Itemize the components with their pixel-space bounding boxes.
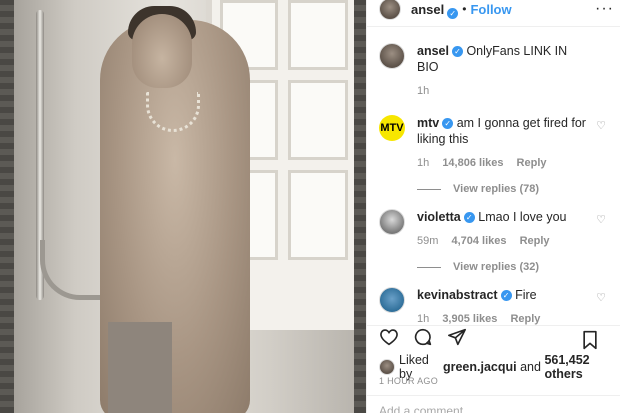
comment-item: MTV mtv ✓ am I gonna get fired for liking… (379, 115, 608, 169)
photo-left-edge (0, 0, 14, 413)
comment-text: Lmao I love you (478, 210, 567, 224)
caption-time: 1h (417, 85, 430, 97)
action-bar (367, 325, 620, 353)
view-replies-button[interactable]: View replies (78) (417, 183, 608, 195)
comment-likes[interactable]: 3,905 likes (442, 313, 497, 325)
comment-likes[interactable]: 4,704 likes (451, 235, 506, 247)
window-pane (288, 0, 348, 70)
more-dots-icon[interactable]: ··· (595, 0, 614, 18)
post-header: ansel ✓ • Follow ··· (367, 0, 620, 27)
post-photo[interactable] (0, 0, 366, 413)
verified-badge-icon: ✓ (451, 46, 463, 57)
person-head (132, 14, 192, 88)
replies-line (417, 266, 441, 268)
comment-item: violetta ✓ Lmao I love you 59m 4,704 like… (379, 209, 608, 247)
comment-heart-icon[interactable]: ♡ (596, 291, 606, 304)
caption-username[interactable]: ansel (417, 44, 449, 58)
comment-time: 1h (417, 313, 430, 325)
view-replies-label[interactable]: View replies (78) (453, 183, 539, 195)
comment-username[interactable]: kevinabstract (417, 288, 498, 302)
author-avatar[interactable] (379, 0, 401, 20)
comment-username[interactable]: mtv (417, 116, 439, 130)
reply-button[interactable]: Reply (520, 235, 550, 247)
liker-username[interactable]: green.jacqui (443, 360, 517, 374)
mtv-avatar[interactable]: MTV (379, 115, 405, 141)
comment-item: kevinabstract ✓ Fire 1h 3,905 likes Reply… (379, 287, 608, 325)
heart-icon[interactable] (379, 328, 399, 351)
instagram-post-view: ansel ✓ • Follow ··· ansel ✓ OnlyFans LIN… (0, 0, 620, 413)
caption-avatar[interactable] (379, 43, 405, 69)
view-replies-button[interactable]: View replies (32) (417, 261, 608, 273)
bookmark-icon[interactable] (581, 330, 599, 355)
reply-button[interactable]: Reply (510, 313, 540, 325)
liked-conjunction: and (520, 360, 541, 374)
violetta-avatar[interactable] (379, 209, 405, 235)
view-replies-label[interactable]: View replies (32) (453, 261, 539, 273)
liker-avatar[interactable] (379, 359, 395, 375)
mtv-logo-text: MTV (380, 122, 404, 134)
comment-icon[interactable] (413, 328, 433, 351)
comment-username[interactable]: violetta (417, 210, 461, 224)
comment-likes[interactable]: 14,806 likes (442, 157, 503, 169)
author-username[interactable]: ansel (411, 2, 444, 17)
follow-button[interactable]: Follow (470, 2, 511, 17)
add-comment-input[interactable]: Add a comment... (367, 395, 620, 413)
share-icon[interactable] (447, 328, 467, 351)
comment-time: 59m (417, 235, 439, 247)
window-pane (288, 80, 348, 160)
verified-badge-icon: ✓ (500, 290, 512, 301)
post-timestamp: 1 HOUR AGO (379, 376, 439, 386)
post-side-panel: ansel ✓ • Follow ··· ansel ✓ OnlyFans LIN… (366, 0, 620, 413)
comment-heart-icon[interactable]: ♡ (596, 213, 606, 226)
comment-heart-icon[interactable]: ♡ (596, 119, 606, 132)
verified-badge-icon: ✓ (463, 212, 475, 223)
comment-text: Fire (515, 288, 537, 302)
post-caption: ansel ✓ OnlyFans LINK IN BIO 1h (379, 43, 608, 97)
reply-button[interactable]: Reply (517, 157, 547, 169)
kevinabstract-avatar[interactable] (379, 287, 405, 313)
window-pane (288, 170, 348, 260)
header-separator: • (462, 2, 467, 16)
comment-time: 1h (417, 157, 430, 169)
comments-list: ansel ✓ OnlyFans LINK IN BIO 1h MTV mtv ✓ … (367, 27, 620, 325)
verified-badge-icon: ✓ (447, 7, 459, 19)
replies-line (417, 188, 441, 190)
likes-count[interactable]: 561,452 others (544, 353, 620, 381)
verified-badge-icon: ✓ (442, 118, 454, 129)
censor-box (108, 322, 172, 413)
photo-right-edge (354, 0, 366, 413)
